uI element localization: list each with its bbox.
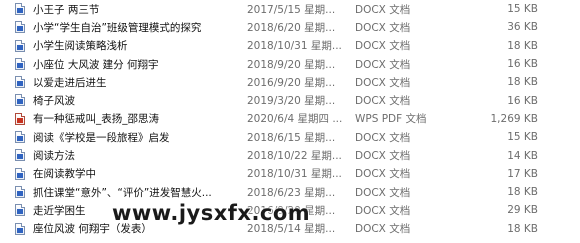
pdf-file-icon <box>15 112 25 125</box>
file-type: DOCX 文档 <box>355 223 411 236</box>
file-date-modified: 2018/10/31 星期... <box>247 40 342 53</box>
file-row[interactable]: 椅子风波 2019/3/20 星期... DOCX 文档 16 KB <box>0 91 580 109</box>
file-date-modified: 2019/3/20 星期... <box>247 95 336 108</box>
file-size: 36 KB <box>507 21 538 34</box>
watermark-text: www.jysxfx.com <box>112 201 311 225</box>
file-date-modified: 2018/9/20 星期... <box>247 58 336 71</box>
file-size: 15 KB <box>507 3 538 16</box>
file-row[interactable]: 以爱走进后进生 2016/9/20 星期... DOCX 文档 18 KB <box>0 73 580 91</box>
file-date-modified: 2020/6/4 星期四 ... <box>247 113 343 126</box>
file-row[interactable]: 在阅读教学中 2018/10/31 星期... DOCX 文档 17 KB <box>0 165 580 183</box>
docx-file-icon <box>15 76 25 89</box>
file-size: 16 KB <box>507 58 538 71</box>
file-date-modified: 2016/9/20 星期... <box>247 76 336 89</box>
file-row[interactable]: 小座位 大风波 建分 何翔宇 2018/9/20 星期... DOCX 文档 16 K… <box>0 55 580 73</box>
file-size: 18 KB <box>507 76 538 89</box>
file-row[interactable]: 小学“学生自治”班级管理模式的探究 2018/6/20 星期... DOCX 文档 3… <box>0 18 580 36</box>
file-type: DOCX 文档 <box>355 21 411 34</box>
docx-file-icon <box>15 204 25 217</box>
file-name: 抓住课堂“意外”、“评价”进发智慧火... <box>33 186 212 199</box>
docx-file-icon <box>15 94 25 107</box>
file-type: DOCX 文档 <box>355 40 411 53</box>
file-date-modified: 2018/10/31 星期... <box>247 168 342 181</box>
file-size: 14 KB <box>507 149 538 162</box>
file-row[interactable]: 抓住课堂“意外”、“评价”进发智慧火... 2018/6/23 星期... DOCX… <box>0 183 580 201</box>
file-type: WPS PDF 文档 <box>355 113 427 126</box>
file-name: 阅读《学校是一段旅程》启发 <box>33 131 170 144</box>
file-date-modified: 2018/6/20 星期... <box>247 21 336 34</box>
docx-file-icon <box>15 149 25 162</box>
file-row[interactable]: 阅读方法 2018/10/22 星期... DOCX 文档 14 KB <box>0 146 580 164</box>
docx-file-icon <box>15 21 25 34</box>
file-name: 小座位 大风波 建分 何翔宇 <box>33 58 159 71</box>
file-row[interactable]: 小王子 两三节 2017/5/15 星期... DOCX 文档 15 KB <box>0 0 580 18</box>
file-name: 有一种惩戒叫_表扬_邵思涛 <box>33 113 159 126</box>
file-size: 16 KB <box>507 94 538 107</box>
file-size: 17 KB <box>507 167 538 180</box>
file-date-modified: 2018/6/23 星期... <box>247 186 336 199</box>
file-size: 1,269 KB <box>490 112 539 125</box>
file-type: DOCX 文档 <box>355 131 411 144</box>
file-name: 以爱走进后进生 <box>33 76 107 89</box>
file-size: 18 KB <box>507 222 538 235</box>
docx-file-icon <box>15 57 25 70</box>
file-date-modified: 2018/6/15 星期... <box>247 131 336 144</box>
file-type: DOCX 文档 <box>355 168 411 181</box>
file-type: DOCX 文档 <box>355 76 411 89</box>
docx-file-icon <box>15 39 25 52</box>
file-name: 小王子 两三节 <box>33 3 100 16</box>
file-size: 18 KB <box>507 186 538 199</box>
file-row[interactable]: 阅读《学校是一段旅程》启发 2018/6/15 星期... DOCX 文档 15 KB <box>0 128 580 146</box>
file-name: 小学生阅读策略浅析 <box>33 40 128 53</box>
file-name: 在阅读教学中 <box>33 168 96 181</box>
file-size: 18 KB <box>507 39 538 52</box>
file-type: DOCX 文档 <box>355 150 411 163</box>
file-row[interactable]: 有一种惩戒叫_表扬_邵思涛 2020/6/4 星期四 ... WPS PDF 文档 1… <box>0 110 580 128</box>
docx-file-icon <box>15 222 25 235</box>
file-type: DOCX 文档 <box>355 95 411 108</box>
file-date-modified: 2018/10/22 星期... <box>247 150 342 163</box>
file-date-modified: 2017/5/15 星期... <box>247 3 336 16</box>
docx-file-icon <box>15 167 25 180</box>
file-name: 阅读方法 <box>33 150 75 163</box>
file-type: DOCX 文档 <box>355 3 411 16</box>
file-size: 15 KB <box>507 131 538 144</box>
file-size: 29 KB <box>507 204 538 217</box>
docx-file-icon <box>15 3 25 15</box>
file-name: 小学“学生自治”班级管理模式的探究 <box>33 21 202 34</box>
file-type: DOCX 文档 <box>355 186 411 199</box>
docx-file-icon <box>15 131 25 144</box>
file-type: DOCX 文档 <box>355 58 411 71</box>
file-type: DOCX 文档 <box>355 204 411 217</box>
file-row[interactable]: 小学生阅读策略浅析 2018/10/31 星期... DOCX 文档 18 KB <box>0 37 580 55</box>
docx-file-icon <box>15 185 25 198</box>
file-name: 椅子风波 <box>33 95 75 108</box>
